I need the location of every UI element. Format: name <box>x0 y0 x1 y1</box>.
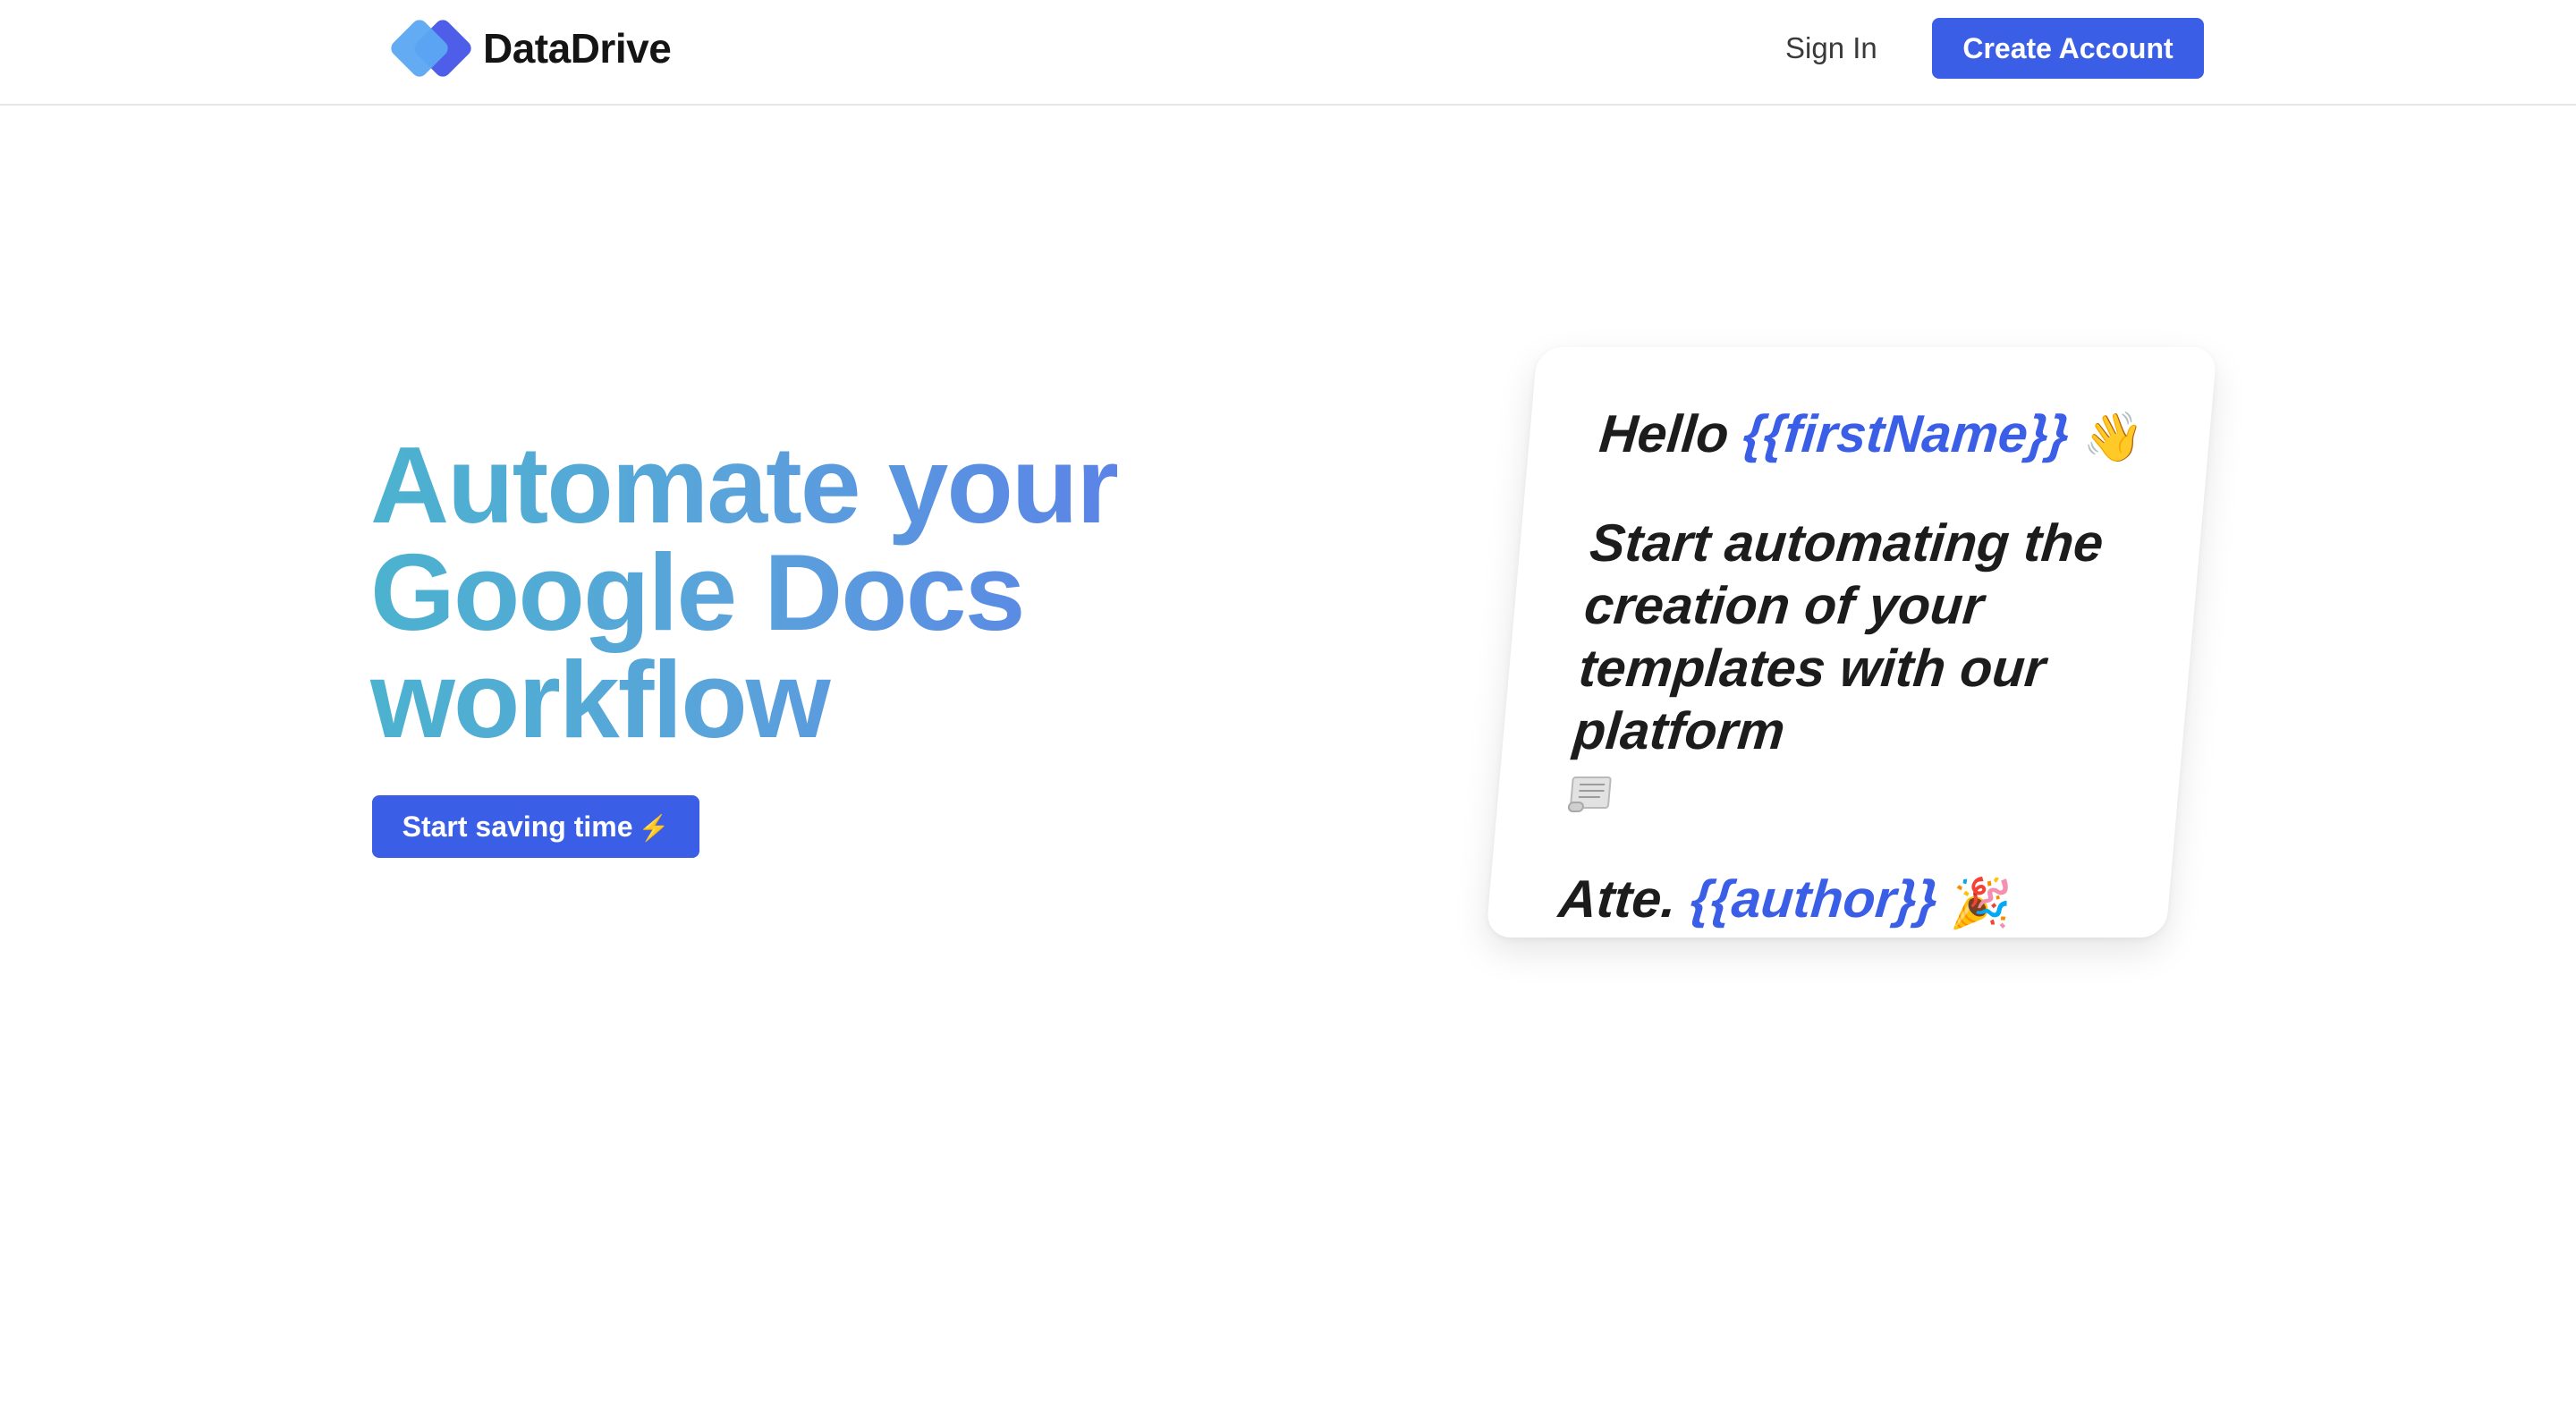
hero-title-line-2: Google Docs <box>370 531 1024 653</box>
body-line-4-text: platform <box>1571 701 1788 761</box>
datadrive-logo-icon <box>385 16 475 81</box>
create-account-button[interactable]: Create Account <box>1932 18 2204 79</box>
start-saving-time-button[interactable]: Start saving time ⚡ <box>372 795 699 858</box>
scroll-icon <box>1567 776 1612 812</box>
greeting-text: Hello <box>1597 404 1732 463</box>
brand-name: DataDrive <box>483 25 672 72</box>
top-navbar: DataDrive Sign In Create Account <box>0 0 2576 106</box>
first-name-variable: {{firstName}} <box>1741 404 2072 463</box>
body-line-3: templates with our <box>1576 639 2048 699</box>
waving-hand-icon: 👋 <box>2080 411 2146 465</box>
template-preview-card: Hello {{firstName}} 👋 Start automating t… <box>1486 347 2217 938</box>
hero-title: Automate your Google Docs workflow <box>370 431 1175 753</box>
hero-title-line-3: workflow <box>370 639 829 760</box>
party-popper-icon: 🎉 <box>1949 876 2014 930</box>
page: DataDrive Sign In Create Account Automat… <box>0 0 2576 1417</box>
cta-label: Start saving time <box>402 810 633 843</box>
greeting-line: Hello {{firstName}} 👋 <box>1597 403 2175 469</box>
body-line-1: Start automating the <box>1587 513 2106 573</box>
body-line-4: platform <box>1565 700 2148 825</box>
brand-logo-link[interactable]: DataDrive <box>385 16 672 81</box>
body-line-2: creation of your <box>1581 576 1987 636</box>
sign-in-link[interactable]: Sign In <box>1785 27 1877 70</box>
hero-title-line-1: Automate your <box>370 424 1117 546</box>
template-preview-content: Hello {{firstName}} 👋 Start automating t… <box>1555 403 2174 935</box>
signature-line: Atte. {{author}} 🎉 <box>1555 868 2134 934</box>
body-text: Start automating the creation of your te… <box>1565 512 2165 825</box>
signature-prefix: Atte. <box>1555 870 1679 929</box>
lightning-icon: ⚡ <box>638 813 670 842</box>
author-variable: {{author}} <box>1688 870 1940 929</box>
